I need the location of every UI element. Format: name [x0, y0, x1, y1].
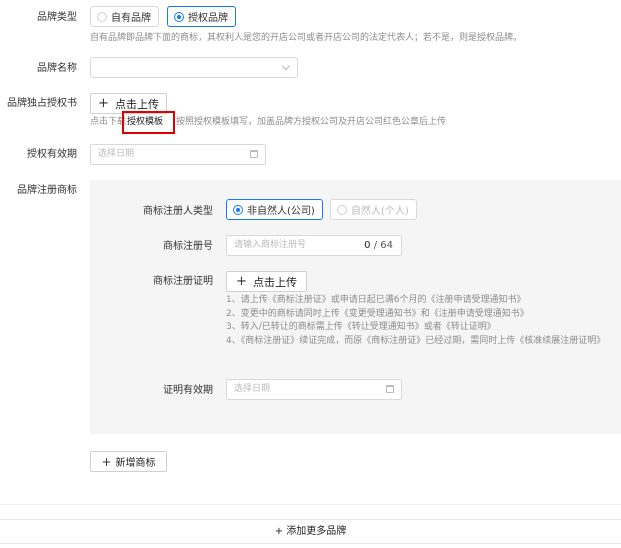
plus-icon: + [101, 454, 112, 469]
license-validity-date-picker[interactable]: 选择日期 [90, 144, 266, 165]
brand-type-licensed-label: 授权品牌 [188, 13, 228, 24]
add-trademark-label: 新增商标 [115, 458, 156, 469]
reg-number-input[interactable]: 请输入商标注册号 0 / 64 [226, 235, 402, 256]
brand-type-own-option[interactable]: 自有品牌 [90, 6, 159, 27]
registrant-type-label: 商标注册人类型 [143, 206, 213, 217]
reg-number-max: / 64 [373, 240, 393, 251]
certificate-note: 1、请上传《商标注册证》或申请日起已满6个月的《注册申请受理通知书》 [226, 295, 526, 305]
cert-validity-label: 证明有效期 [163, 385, 213, 396]
cert-validity-placeholder: 选择日期 [234, 384, 271, 394]
reg-number-counter: 0 / 64 [364, 236, 393, 255]
upload-button-label: 点击上传 [114, 97, 159, 111]
add-more-brands-button[interactable]: + 添加更多品牌 [0, 519, 621, 544]
certificate-notes: 1、请上传《商标注册证》或申请日起已满6个月的《注册申请受理通知书》 2、变更中… [226, 294, 618, 348]
registrant-company-option[interactable]: 非自然人(公司) [226, 199, 323, 220]
calendar-icon [250, 150, 258, 158]
certificate-note: 2、变更中的商标请同时上传《变更受理通知书》和《注册申请受理通知书》 [226, 308, 529, 319]
cert-validity-date-picker[interactable]: 选择日期 [226, 379, 402, 400]
brand-type-licensed-option[interactable]: 授权品牌 [167, 6, 236, 27]
brand-type-label: 品牌类型 [37, 12, 77, 23]
exclusive-license-label: 品牌独占授权书 [7, 98, 77, 109]
brand-name-label: 品牌名称 [37, 63, 77, 74]
chevron-down-icon [281, 61, 291, 71]
reg-number-placeholder: 请输入商标注册号 [234, 240, 307, 250]
calendar-icon [386, 385, 394, 393]
brand-type-hint: 自有品牌即品牌下面的商标，其权利人是您的开店公司或者开店公司的法定代表人；若不是… [90, 33, 523, 43]
certificate-note: 4、《商标注册证》续证完成，而原《商标注册证》已经过期，需同时上传《核准续展注册… [226, 335, 606, 346]
certificate-upload-label: 点击上传 [252, 275, 297, 289]
trademark-label: 品牌注册商标 [17, 185, 77, 196]
exclusive-license-hint-suffix: 按照授权模板填写，加盖品牌方授权公司及开店公司红色公章后上传 [176, 117, 447, 127]
reg-number-label: 商标注册号 [163, 241, 213, 252]
brand-type-own-label: 自有品牌 [111, 13, 151, 24]
license-validity-label: 授权有效期 [27, 149, 77, 160]
add-trademark-button[interactable]: + 新增商标 [90, 451, 167, 472]
registrant-company-label: 非自然人(公司) [247, 206, 315, 217]
radio-selected-icon [233, 204, 243, 215]
registrant-person-label: 自然人(个人) [351, 206, 409, 217]
radio-circle-icon [337, 204, 347, 215]
reg-number-count: 0 [364, 240, 371, 251]
certificate-label: 商标注册证明 [153, 276, 213, 287]
brand-name-select[interactable] [90, 57, 298, 78]
plus-icon: + [98, 96, 109, 111]
radio-circle-icon [97, 11, 107, 22]
certificate-upload-button[interactable]: + 点击上传 [226, 271, 307, 292]
plus-icon: + [236, 274, 247, 289]
exclusive-license-hint-prefix: 点击下载 [90, 117, 127, 127]
template-highlight-box [122, 111, 175, 134]
registrant-person-option[interactable]: 自然人(个人) [330, 199, 417, 220]
license-validity-placeholder: 选择日期 [98, 149, 135, 159]
certificate-note: 3、转入/已转让的商标需上传《转让受理通知书》或者《转让证明》 [226, 322, 496, 332]
radio-selected-icon [174, 11, 184, 22]
section-divider [0, 504, 621, 505]
